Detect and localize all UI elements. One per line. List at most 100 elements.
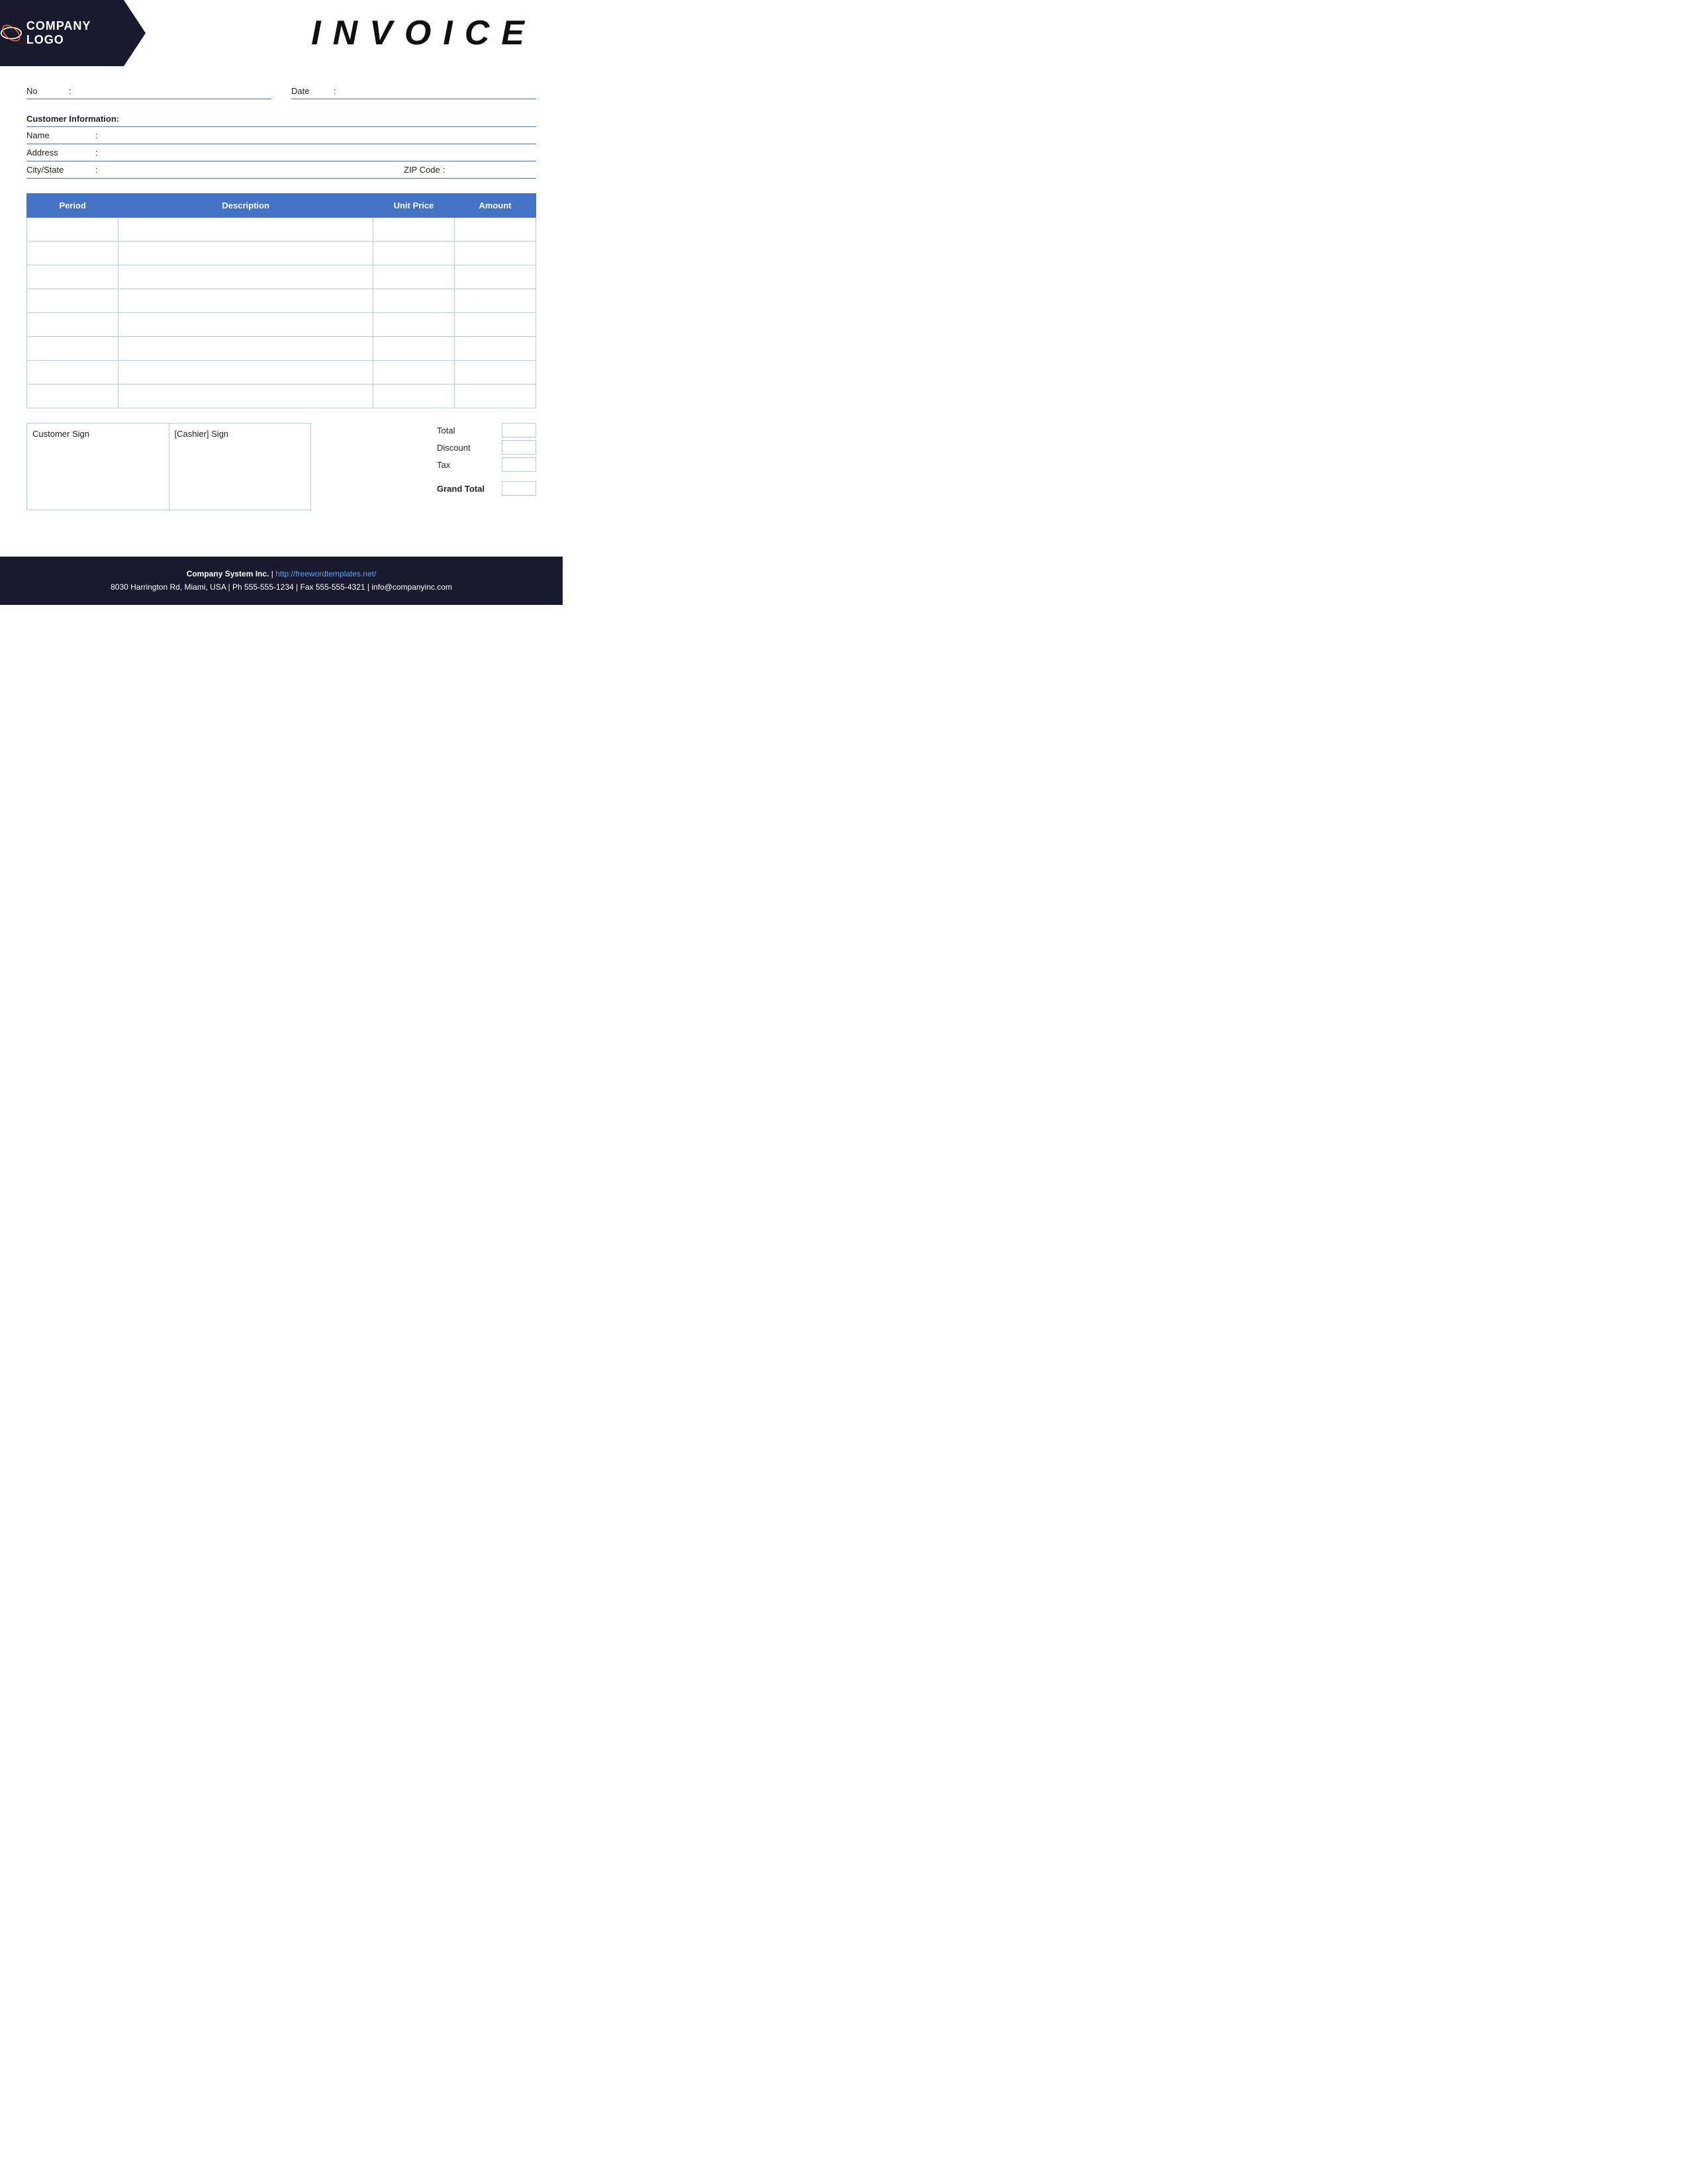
col-unit-header: Unit Price <box>373 194 454 218</box>
period-cell <box>27 313 118 337</box>
date-label: Date <box>291 86 331 96</box>
amount-cell <box>454 385 536 408</box>
zip-colon: : <box>443 165 445 175</box>
unit-cell <box>373 361 454 385</box>
date-colon: : <box>334 86 336 96</box>
period-cell <box>27 385 118 408</box>
amount-cell <box>454 313 536 337</box>
customer-sign-box: Customer Sign <box>27 424 169 510</box>
footer-website-link[interactable]: http://freewordtemplates.net/ <box>275 569 376 578</box>
invoice-no-field: No : <box>26 86 271 99</box>
name-label: Name <box>26 130 93 140</box>
header: COMPANY LOGO INVOICE <box>0 0 563 66</box>
customer-sign-label: Customer Sign <box>32 429 89 439</box>
city-label: City/State <box>26 165 93 175</box>
totals-section: Total Discount Tax Grand Total <box>437 423 536 498</box>
footer-line2: 8030 Harrington Rd, Miami, USA | Ph 555-… <box>13 580 549 594</box>
footer-line1: Company System Inc. | http://freewordtem… <box>13 567 549 580</box>
discount-value-box <box>502 440 536 455</box>
amount-cell <box>454 265 536 289</box>
logo-icon <box>0 21 23 45</box>
logo-section: COMPANY LOGO <box>0 0 146 66</box>
name-colon: : <box>95 130 98 140</box>
desc-cell <box>118 361 373 385</box>
desc-cell <box>118 242 373 265</box>
period-cell <box>27 242 118 265</box>
unit-cell <box>373 313 454 337</box>
total-row: Total <box>437 423 536 437</box>
unit-cell <box>373 218 454 242</box>
table-row <box>27 361 536 385</box>
cashier-sign-box: [Cashier] Sign <box>169 424 311 510</box>
table-row <box>27 337 536 361</box>
desc-cell <box>118 289 373 313</box>
zip-group: ZIP Code : <box>404 165 536 175</box>
discount-label: Discount <box>437 443 496 453</box>
invoice-date-field: Date : <box>291 86 536 99</box>
bottom-section: Customer Sign [Cashier] Sign Total Disco… <box>26 423 536 510</box>
total-value-box <box>502 423 536 437</box>
amount-cell <box>454 337 536 361</box>
table-row <box>27 218 536 242</box>
no-label: No <box>26 86 66 96</box>
address-colon: : <box>95 148 98 158</box>
period-cell <box>27 289 118 313</box>
unit-cell <box>373 385 454 408</box>
footer: Company System Inc. | http://freewordtem… <box>0 557 563 605</box>
period-cell <box>27 337 118 361</box>
table-row <box>27 385 536 408</box>
grand-total-row: Grand Total <box>437 481 536 496</box>
invoice-table: Period Description Unit Price Amount <box>26 193 536 408</box>
desc-cell <box>118 313 373 337</box>
signatures-box: Customer Sign [Cashier] Sign <box>26 423 311 510</box>
cashier-sign-label: [Cashier] Sign <box>175 429 229 439</box>
table-header-row: Period Description Unit Price Amount <box>27 194 536 218</box>
desc-cell <box>118 337 373 361</box>
amount-cell <box>454 242 536 265</box>
invoice-info-row: No : Date : <box>26 86 536 99</box>
grand-total-label: Grand Total <box>437 484 496 494</box>
total-label: Total <box>437 426 496 435</box>
table-row <box>27 242 536 265</box>
customer-city-row: City/State : ZIP Code : <box>26 161 536 179</box>
customer-address-row: Address : <box>26 144 536 161</box>
footer-company-name: Company System Inc. <box>187 569 269 578</box>
city-colon: : <box>95 165 98 175</box>
period-cell <box>27 361 118 385</box>
amount-cell <box>454 289 536 313</box>
period-cell <box>27 265 118 289</box>
zip-label: ZIP Code <box>404 165 440 175</box>
desc-cell <box>118 265 373 289</box>
invoice-title: INVOICE <box>311 13 536 53</box>
tax-label: Tax <box>437 460 496 470</box>
grand-total-value-box <box>502 481 536 496</box>
logo-text: COMPANY LOGO <box>0 19 126 47</box>
invoice-title-section: INVOICE <box>146 0 563 66</box>
table-row <box>27 289 536 313</box>
unit-cell <box>373 242 454 265</box>
col-desc-header: Description <box>118 194 373 218</box>
amount-cell <box>454 361 536 385</box>
main-content: No : Date : <box>0 66 563 530</box>
customer-section-header: Customer Information: <box>26 111 536 127</box>
logo-label: COMPANY LOGO <box>26 19 126 47</box>
customer-name-row: Name : <box>26 127 536 144</box>
col-amount-header: Amount <box>454 194 536 218</box>
desc-cell <box>118 218 373 242</box>
discount-row: Discount <box>437 440 536 455</box>
table-header: Period Description Unit Price Amount <box>27 194 536 218</box>
col-period-header: Period <box>27 194 118 218</box>
period-cell <box>27 218 118 242</box>
desc-cell <box>118 385 373 408</box>
address-label: Address <box>26 148 93 158</box>
tax-value-box <box>502 457 536 472</box>
customer-section: Customer Information: Name : Address : C… <box>26 111 536 179</box>
no-colon: : <box>69 86 71 96</box>
unit-cell <box>373 289 454 313</box>
table-body <box>27 218 536 408</box>
unit-cell <box>373 265 454 289</box>
amount-cell <box>454 218 536 242</box>
unit-cell <box>373 337 454 361</box>
table-row <box>27 265 536 289</box>
tax-row: Tax <box>437 457 536 472</box>
